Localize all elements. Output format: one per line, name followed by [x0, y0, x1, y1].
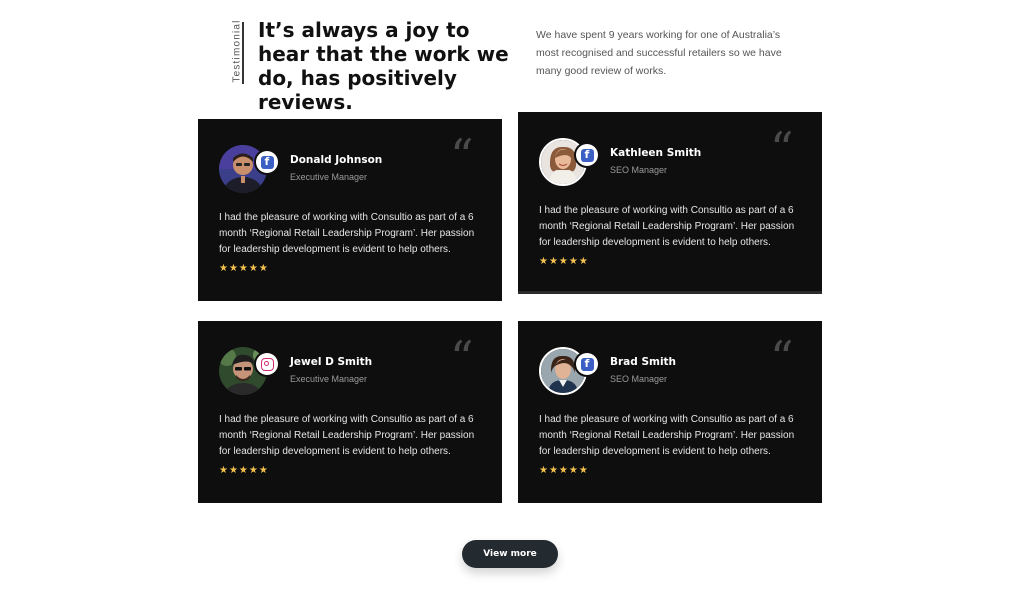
- section-heading: It’s always a joy to hear that the work …: [258, 18, 509, 114]
- reviewer-role: Executive Manager: [290, 374, 368, 384]
- testimonial-card: Brad Smith SEO Manager “ I had the pleas…: [518, 321, 822, 503]
- facebook-badge[interactable]: [576, 353, 598, 375]
- quote-icon: “: [450, 331, 474, 385]
- testimonial-text: I had the pleasure of working with Consu…: [539, 205, 795, 248]
- reviewer-role: SEO Manager: [610, 374, 668, 384]
- reviewer-name: Kathleen Smith: [610, 147, 702, 159]
- testimonial-header: Testimonial It’s always a joy to hear th…: [228, 18, 828, 114]
- reviewer-name: Brad Smith: [610, 356, 677, 368]
- star-rating: ★★★★★: [219, 263, 269, 274]
- facebook-icon: [580, 148, 594, 162]
- star-rating: ★★★★★: [539, 465, 589, 476]
- section-tag: Testimonial: [228, 19, 246, 84]
- facebook-badge[interactable]: [576, 144, 598, 166]
- reviewer-role: Executive Manager: [290, 172, 368, 182]
- quote-icon: “: [450, 129, 474, 183]
- instagram-badge[interactable]: [256, 353, 278, 375]
- facebook-badge[interactable]: [256, 151, 278, 173]
- quote-icon: “: [770, 331, 794, 385]
- section-tag-divider: [242, 22, 244, 84]
- reviewer-name: Jewel D Smith: [290, 356, 373, 368]
- quote-icon: “: [770, 122, 794, 176]
- testimonial-card: Donald Johnson Executive Manager “ I had…: [198, 119, 502, 301]
- section-tag-label: Testimonial: [231, 19, 243, 83]
- star-rating: ★★★★★: [539, 256, 589, 267]
- testimonial-card: Jewel D Smith Executive Manager “ I had …: [198, 321, 502, 503]
- testimonial-text: I had the pleasure of working with Consu…: [219, 212, 475, 255]
- view-more-button[interactable]: View more: [462, 540, 558, 568]
- star-rating: ★★★★★: [219, 465, 269, 476]
- section-intro: We have spent 9 years working for one of…: [536, 29, 782, 77]
- testimonial-text: I had the pleasure of working with Consu…: [219, 414, 475, 457]
- reviewer-name: Donald Johnson: [290, 154, 383, 166]
- reviewer-role: SEO Manager: [610, 165, 668, 175]
- facebook-icon: [580, 357, 594, 371]
- instagram-icon: [260, 357, 274, 371]
- testimonial-text: I had the pleasure of working with Consu…: [539, 414, 795, 457]
- testimonial-card: Kathleen Smith SEO Manager “ I had the p…: [518, 112, 822, 294]
- facebook-icon: [260, 155, 274, 169]
